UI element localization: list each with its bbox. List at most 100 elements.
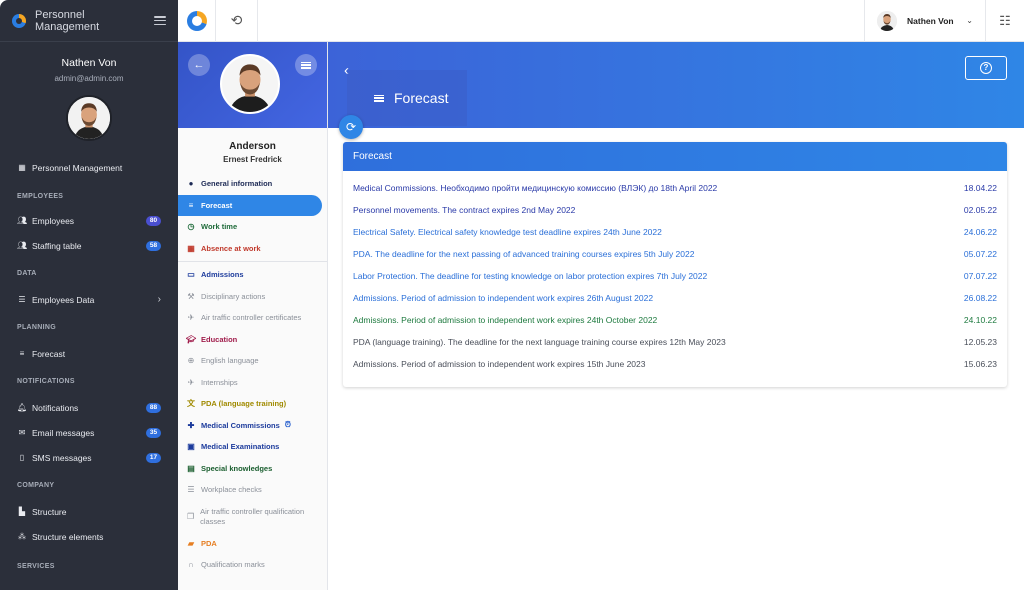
forecast-row[interactable]: Labor Protection. The deadline for testi… (343, 265, 1007, 287)
sidebar-item-label: Forecast (32, 348, 66, 359)
person-menu-label: Education (201, 334, 238, 344)
section-company: COMPANY (17, 482, 55, 489)
person-menu-item[interactable]: 文 PDA (language training) (178, 393, 327, 415)
help-button[interactable]: ? (965, 56, 1007, 80)
forecast-row[interactable]: Medical Commissions. Необходимо пройти м… (343, 177, 1007, 199)
forecast-row[interactable]: PDA (language training). The deadline fo… (343, 331, 1007, 353)
forecast-date: 24.10.22 (963, 315, 997, 325)
forecast-date: 26.08.22 (963, 293, 997, 303)
person-menu-label: Forecast (201, 200, 233, 210)
menu-icon (374, 94, 384, 102)
gavel-icon: ⚒ (187, 291, 195, 301)
checklist-icon: ☰ (187, 485, 195, 495)
person-menu-item[interactable]: ▣ Medical Examinations (178, 436, 327, 458)
person-menu-label: Air traffic controller qualification cla… (200, 506, 305, 526)
person-menu-label: PDA (201, 538, 217, 548)
sidebar-user-name: Nathen Von (61, 57, 117, 69)
person-menu-item[interactable]: ● General information (178, 173, 327, 195)
sidebar-item-structure[interactable]: ▙ Structure (0, 499, 178, 524)
forecast-row[interactable]: Admissions. Period of admission to indep… (343, 309, 1007, 331)
user-menu[interactable]: Nathen Von ⌄ (864, 0, 986, 42)
person-menu-item[interactable]: ✚ Medical Commissions ⏰︎ (178, 415, 327, 437)
section-services: SERVICES (17, 563, 55, 570)
forecast-text: Admissions. Period of admission to indep… (353, 359, 646, 369)
count-badge: 88 (146, 402, 161, 413)
forecast-row[interactable]: Electrical Safety. Electrical safety kno… (343, 221, 1007, 243)
avatar[interactable] (220, 54, 280, 114)
refresh-button[interactable]: ⟳ (339, 115, 363, 139)
card-title: Forecast (343, 142, 1007, 171)
hamburger-menu-icon[interactable] (154, 16, 166, 25)
back-button[interactable]: ← (188, 54, 210, 76)
person-menu-label: Air traffic controller certificates (201, 313, 302, 323)
person-menu-item[interactable]: ▦ Absence at work (178, 238, 327, 260)
person-menu-button[interactable] (295, 54, 317, 76)
topbar-logo-cell[interactable] (178, 0, 216, 42)
person-menu-item[interactable]: 🎓︎ Education (178, 329, 327, 351)
person-menu-item[interactable]: ▰ PDA (178, 533, 327, 555)
person-menu-item[interactable]: ◷ Work time (178, 216, 327, 238)
person-menu-item[interactable]: ❐ Air traffic controller qualification cl… (178, 501, 327, 533)
monitor-icon: ▭ (187, 270, 195, 280)
person-menu-label: Admissions (201, 270, 244, 280)
sidebar-item-structure-elements[interactable]: ⁂ Structure elements (0, 524, 178, 549)
forecast-text: Admissions. Period of admission to indep… (353, 293, 654, 303)
person-menu-item[interactable]: ⊕ English language (178, 350, 327, 372)
alarm-icon: ⏰︎ (284, 420, 292, 430)
person-menu-label: Medical Examinations (201, 442, 280, 452)
person-menu-label: Disciplinary actions (201, 291, 266, 301)
menu-icon: ≡ (19, 349, 25, 358)
menu-icon: ≡ (188, 200, 194, 210)
person-menu-item[interactable]: ✈ Air traffic controller certificates (178, 307, 327, 329)
forecast-row[interactable]: Admissions. Period of admission to indep… (343, 353, 1007, 375)
person-menu-item[interactable]: ▤ Special knowledges (178, 458, 327, 480)
person-menu-label: Work time (201, 222, 238, 232)
forecast-date: 02.05.22 (963, 205, 997, 215)
person-given-names: Ernest Fredrick (223, 155, 282, 164)
history-button[interactable]: ⟲ (216, 0, 258, 42)
person-menu-item[interactable]: ≡ Forecast (178, 194, 322, 216)
person-menu-label: Qualification marks (201, 560, 265, 570)
person-menu-label: Workplace checks (201, 485, 262, 495)
sidebar-item-personnel-management[interactable]: ▦ Personnel Management (0, 154, 178, 181)
page-title: Forecast (394, 90, 449, 106)
folder-icon: ▰ (187, 538, 195, 548)
people-icon: 👥︎ (17, 216, 28, 225)
sidebar-item-employees-data[interactable]: ☰ Employees Data › (0, 287, 178, 312)
person-menu-item[interactable]: ☰ Workplace checks (178, 479, 327, 501)
refresh-icon: ⟳ (345, 120, 357, 134)
person-menu-item[interactable]: ▭ Admissions (178, 264, 327, 286)
sidebar-item-email-messages[interactable]: ✉ Email messages 35 (0, 420, 178, 445)
list-menu-button[interactable]: ☷ (986, 0, 1024, 42)
forecast-row[interactable]: Personnel movements. The contract expire… (343, 199, 1007, 221)
main-sidebar: Personnel Management Nathen Von admin@ad… (0, 0, 178, 590)
sidebar-profile: Nathen Von admin@admin.com (0, 42, 178, 154)
forecast-date: 05.07.22 (963, 249, 997, 259)
sidebar-item-notifications[interactable]: 🔔︎ Notifications 88 (0, 395, 178, 420)
sidebar-item-label: Email messages (32, 427, 95, 438)
person-menu-item[interactable]: ⚒ Disciplinary actions (178, 286, 327, 308)
forecast-date: 24.06.22 (963, 227, 997, 237)
sidebar-item-label: Notifications (32, 402, 79, 413)
forecast-row[interactable]: PDA. The deadline for the next passing o… (343, 243, 1007, 265)
forecast-row[interactable]: Admissions. Period of admission to indep… (343, 287, 1007, 309)
plane-icon: ✈ (187, 313, 195, 323)
forecast-text: Medical Commissions. Необходимо пройти м… (353, 183, 718, 193)
mail-icon: ✉ (18, 428, 26, 437)
sidebar-item-staffing-table[interactable]: 👥︎ Staffing table 58 (0, 233, 178, 258)
forecast-text: Labor Protection. The deadline for testi… (353, 271, 708, 281)
sidebar-item-employees[interactable]: 👥︎ Employees 80 (0, 208, 178, 233)
person-panel: ← Anderson Ernest Fredrick ● General info… (178, 42, 328, 590)
sidebar-item-forecast[interactable]: ≡ Forecast (0, 341, 178, 366)
headset-icon: ∩ (188, 560, 194, 570)
avatar[interactable] (66, 95, 112, 141)
person-surname: Anderson (229, 141, 276, 152)
account-circle-icon: ● (188, 179, 194, 189)
forecast-list: Medical Commissions. Необходимо пройти м… (343, 171, 1007, 375)
forecast-date: 15.06.23 (963, 359, 997, 369)
person-menu-item[interactable]: ✈ Internships (178, 372, 327, 394)
sidebar-item-label: Employees (32, 215, 75, 226)
sidebar-item-sms-messages[interactable]: ▯ SMS messages 17 (0, 445, 178, 470)
app-title-line1: Personnel (35, 8, 85, 21)
person-menu-item[interactable]: ∩ Qualification marks (178, 554, 327, 576)
